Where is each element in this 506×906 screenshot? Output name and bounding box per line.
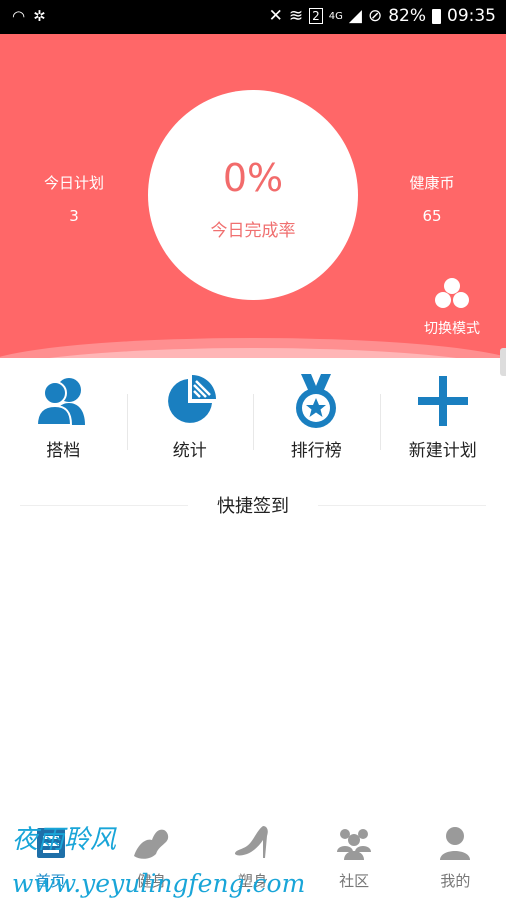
statistics-button[interactable]: 统计	[127, 374, 254, 470]
nav-label-shaping: 塑身	[202, 870, 303, 891]
switch-mode-button[interactable]: 切换模式	[418, 278, 486, 338]
partner-label: 搭档	[0, 436, 127, 461]
battery-level: 82%	[388, 6, 426, 26]
nav-item-fitness[interactable]: 健身	[101, 814, 202, 900]
nav-label-home: 首页	[0, 870, 101, 891]
profile-icon	[405, 814, 506, 860]
clock: 09:35	[447, 6, 496, 26]
nav-item-community[interactable]: 社区	[304, 814, 405, 900]
nav-label-fitness: 健身	[101, 870, 202, 891]
mute-icon: ✕	[269, 6, 283, 26]
pie-chart-icon	[127, 374, 254, 428]
muscle-icon	[101, 814, 202, 860]
new-plan-button[interactable]: 新建计划	[380, 374, 506, 470]
nav-item-home[interactable]: 首页	[0, 814, 101, 900]
partner-button[interactable]: 搭档	[0, 374, 127, 470]
status-bar: ◠✲ ✕ ≋ 2 4G ◢ ⊘ 82% 09:35	[0, 0, 506, 34]
today-plan: 今日计划 3	[14, 172, 134, 225]
status-left-icons: ◠✲	[12, 7, 54, 25]
section-title: 快捷签到	[20, 492, 486, 518]
statistics-label: 统计	[127, 436, 254, 461]
summary-header: 今日计划 3 0% 今日完成率 健康币 65 切换模式	[0, 34, 506, 358]
nav-label-community: 社区	[304, 870, 405, 891]
home-icon	[0, 814, 101, 860]
leaderboard-button[interactable]: 排行榜	[253, 374, 380, 470]
leaderboard-label: 排行榜	[253, 436, 380, 461]
health-coins-value: 65	[372, 207, 492, 225]
nav-item-profile[interactable]: 我的	[405, 814, 506, 900]
wifi-icon: ≋	[289, 6, 303, 26]
health-coins-label: 健康币	[372, 172, 492, 193]
new-plan-label: 新建计划	[380, 436, 506, 461]
health-coins: 健康币 65	[372, 172, 492, 225]
bubbles-icon	[435, 278, 469, 312]
status-right: ✕ ≋ 2 4G ◢ ⊘ 82% 09:35	[269, 6, 496, 26]
medal-icon	[253, 374, 380, 428]
network-type: 4G	[329, 11, 343, 22]
scroll-handle[interactable]	[500, 348, 506, 376]
nav-label-profile: 我的	[405, 870, 506, 891]
community-icon	[304, 814, 405, 860]
hotspot-icon: ◠	[12, 7, 33, 25]
bottom-nav: 首页 健身 塑身 社区	[0, 814, 506, 900]
completion-label: 今日完成率	[148, 216, 358, 241]
plus-icon	[380, 374, 506, 428]
today-plan-value: 3	[14, 207, 134, 225]
network-badge: 2	[309, 8, 323, 24]
nav-item-shaping[interactable]: 塑身	[202, 814, 303, 900]
quick-checkin-section: 快捷签到	[20, 492, 486, 520]
battery-icon	[432, 9, 441, 24]
partner-icon	[0, 374, 127, 428]
completion-circle: 0% 今日完成率	[148, 90, 358, 300]
today-plan-label: 今日计划	[14, 172, 134, 193]
quick-actions: 搭档 统计 排行榜 新建计划	[0, 374, 506, 470]
heel-icon	[202, 814, 303, 860]
dnd-icon: ⊘	[368, 6, 382, 26]
completion-value: 0%	[148, 156, 358, 200]
bluetooth-icon: ✲	[33, 7, 54, 25]
signal-icon: ◢	[349, 6, 362, 26]
switch-mode-label: 切换模式	[418, 318, 486, 338]
